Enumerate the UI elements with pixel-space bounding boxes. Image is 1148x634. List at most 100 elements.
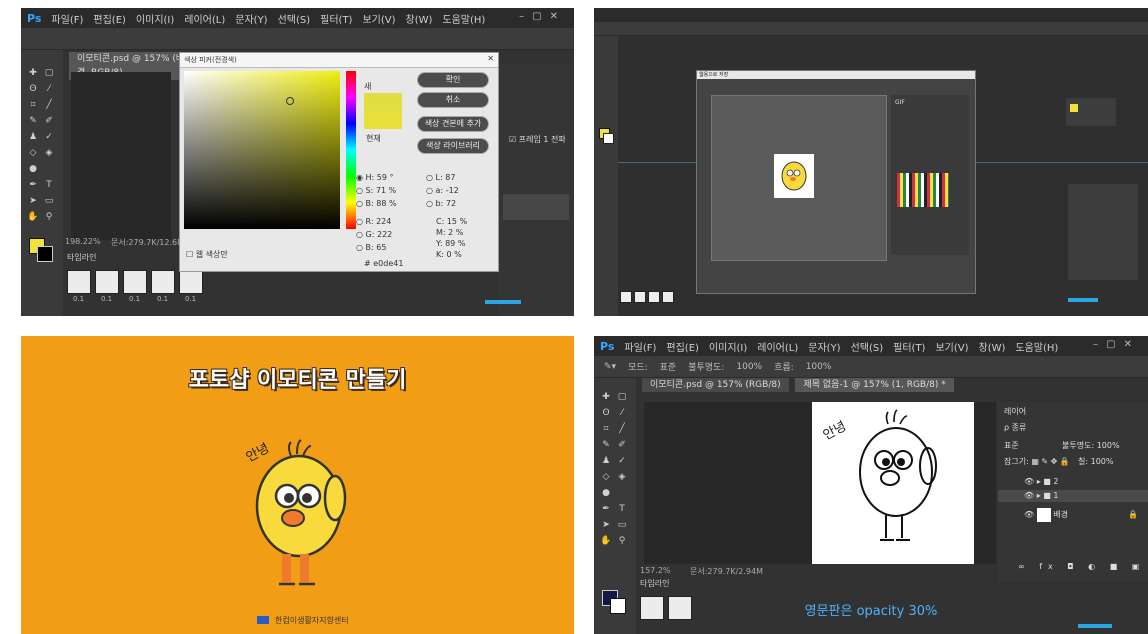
hsb-value[interactable]: 71 bbox=[376, 186, 386, 195]
animation-frame[interactable] bbox=[634, 291, 646, 303]
animation-frame[interactable] bbox=[179, 270, 203, 294]
brush-tool-icon[interactable]: ✎ bbox=[600, 440, 612, 450]
hex-value[interactable]: e0de41 bbox=[373, 259, 403, 268]
animation-frame[interactable] bbox=[620, 291, 632, 303]
layer-row[interactable]: 👁 배경 🔒 bbox=[998, 506, 1148, 524]
menu-image[interactable]: 이미지(I) bbox=[136, 11, 174, 26]
stamp-tool-icon[interactable]: ♟ bbox=[600, 456, 612, 466]
menu-type[interactable]: 문자(Y) bbox=[808, 339, 840, 354]
menu-file[interactable]: 파일(F) bbox=[624, 339, 656, 354]
wand-tool-icon[interactable]: ⁄ bbox=[43, 84, 55, 94]
drawing-canvas[interactable]: 안녕 bbox=[812, 402, 974, 564]
layer-row[interactable]: 👁 ▸ ■ 1 bbox=[998, 490, 1148, 502]
color-field[interactable] bbox=[184, 71, 340, 229]
type-tool-icon[interactable]: T bbox=[43, 180, 55, 190]
path-select-icon[interactable]: ➤ bbox=[27, 196, 39, 206]
menu-type[interactable]: 문자(Y) bbox=[235, 11, 267, 26]
document-tab[interactable]: 이모티콘.psd @ 157% (RGB/8) bbox=[642, 378, 789, 392]
pen-tool-icon[interactable]: ✒ bbox=[27, 180, 39, 190]
window-controls[interactable]: –▢✕ bbox=[519, 11, 566, 22]
rgb-r-field[interactable]: ○ R: 224 bbox=[356, 217, 391, 226]
rgb-value[interactable]: 224 bbox=[376, 217, 391, 226]
menu-edit[interactable]: 편집(E) bbox=[666, 339, 699, 354]
layer-kind-filter[interactable]: ρ 종류 bbox=[1004, 422, 1026, 433]
blend-mode-select[interactable]: 표준 bbox=[1004, 440, 1019, 451]
lab-value[interactable]: -12 bbox=[446, 186, 459, 195]
lab-value[interactable]: 87 bbox=[445, 173, 455, 182]
dodge-tool-icon[interactable]: ● bbox=[600, 488, 612, 498]
frame-delay[interactable]: 0.1 bbox=[129, 295, 140, 303]
lab-a-field[interactable]: ○ a: -12 bbox=[426, 186, 459, 195]
cancel-button[interactable]: 취소 bbox=[417, 92, 489, 108]
animation-frame[interactable] bbox=[95, 270, 119, 294]
pencil-tool-icon[interactable]: ✐ bbox=[616, 440, 628, 450]
menu-select[interactable]: 선택(S) bbox=[278, 11, 311, 26]
opacity-value[interactable]: 100% bbox=[1097, 441, 1120, 450]
cmyk-m-field[interactable]: M: 2 % bbox=[436, 228, 463, 237]
window-controls[interactable]: –▢✕ bbox=[1093, 339, 1140, 350]
menu-view[interactable]: 보기(V) bbox=[362, 11, 395, 26]
cmyk-y-field[interactable]: Y: 89 % bbox=[436, 239, 465, 248]
history-brush-icon[interactable]: ✓ bbox=[616, 456, 628, 466]
menu-layer[interactable]: 레이어(L) bbox=[757, 339, 798, 354]
eyedropper-tool-icon[interactable]: ╱ bbox=[43, 100, 55, 110]
brush-tool-icon[interactable]: ✎▾ bbox=[604, 362, 616, 372]
cmyk-value[interactable]: 15 bbox=[447, 217, 457, 226]
path-select-icon[interactable]: ➤ bbox=[600, 520, 612, 530]
type-tool-icon[interactable]: T bbox=[616, 504, 628, 514]
lasso-tool-icon[interactable]: ʘ bbox=[27, 84, 39, 94]
add-to-swatches-button[interactable]: 색상 견본에 추가 bbox=[417, 116, 489, 132]
hsb-value[interactable]: 59 bbox=[377, 173, 387, 182]
layer-panel-footer-icons[interactable]: ∞ fx ◘ ◐ ■ ▣ 🗑 bbox=[1018, 562, 1148, 571]
crop-tool-icon[interactable]: ⌗ bbox=[27, 100, 39, 110]
shape-tool-icon[interactable]: ▭ bbox=[43, 196, 55, 206]
stamp-tool-icon[interactable]: ♟ bbox=[27, 132, 39, 142]
menu-image[interactable]: 이미지(I) bbox=[709, 339, 747, 354]
zoom-tool-icon[interactable]: ⚲ bbox=[616, 536, 628, 546]
hex-field[interactable]: # e0de41 bbox=[364, 259, 403, 268]
opacity-field[interactable]: 불투명도: 100% bbox=[1062, 440, 1120, 451]
frame-delay[interactable]: 0.1 bbox=[101, 295, 112, 303]
cmyk-value[interactable]: 89 bbox=[445, 239, 455, 248]
rgb-value[interactable]: 65 bbox=[376, 243, 386, 252]
lab-value[interactable]: 72 bbox=[446, 199, 456, 208]
flow-value[interactable]: 100% bbox=[806, 362, 832, 372]
frame-delay[interactable]: 0.1 bbox=[157, 295, 168, 303]
close-icon[interactable]: ✕ bbox=[487, 54, 494, 63]
menu-layer[interactable]: 레이어(L) bbox=[184, 11, 225, 26]
color-field-marker[interactable] bbox=[286, 97, 294, 105]
menu-help[interactable]: 도움말(H) bbox=[1015, 339, 1058, 354]
frame-delay[interactable]: 0.1 bbox=[73, 295, 84, 303]
animation-frame[interactable] bbox=[662, 291, 674, 303]
rgb-b-field[interactable]: ○ B: 65 bbox=[356, 243, 386, 252]
menu-window[interactable]: 창(W) bbox=[979, 339, 1006, 354]
menu-view[interactable]: 보기(V) bbox=[935, 339, 968, 354]
bucket-tool-icon[interactable]: ◈ bbox=[43, 148, 55, 158]
frame-delay[interactable]: 0.1 bbox=[185, 295, 196, 303]
animation-frame[interactable] bbox=[151, 270, 175, 294]
hsb-value[interactable]: 88 bbox=[376, 199, 386, 208]
cmyk-c-field[interactable]: C: 15 % bbox=[436, 217, 467, 226]
rgb-g-field[interactable]: ○ G: 222 bbox=[356, 230, 392, 239]
eraser-tool-icon[interactable]: ◇ bbox=[600, 472, 612, 482]
web-only-checkbox[interactable]: ☐ 웹 색상만 bbox=[186, 249, 228, 260]
menu-filter[interactable]: 필터(T) bbox=[320, 11, 352, 26]
fill-field[interactable]: 칠: 100% bbox=[1078, 456, 1113, 467]
pen-tool-icon[interactable]: ✒ bbox=[600, 504, 612, 514]
mode-select[interactable]: 표준 bbox=[660, 360, 677, 373]
wand-tool-icon[interactable]: ⁄ bbox=[616, 408, 628, 418]
marquee-tool-icon[interactable]: ▢ bbox=[616, 392, 628, 402]
color-libraries-button[interactable]: 색상 라이브러리 bbox=[417, 138, 489, 154]
animation-frame[interactable] bbox=[67, 270, 91, 294]
document-tab-active[interactable]: 제목 없음-1 @ 157% (1, RGB/8) * bbox=[795, 378, 954, 392]
menu-select[interactable]: 선택(S) bbox=[851, 339, 884, 354]
current-color-swatch[interactable] bbox=[364, 111, 402, 129]
hsb-b-field[interactable]: ○ B: 88 % bbox=[356, 199, 397, 208]
brush-tool-icon[interactable]: ✎ bbox=[27, 116, 39, 126]
cmyk-k-field[interactable]: K: 0 % bbox=[436, 250, 462, 259]
shape-tool-icon[interactable]: ▭ bbox=[616, 520, 628, 530]
eyedropper-tool-icon[interactable]: ╱ bbox=[616, 424, 628, 434]
move-tool-icon[interactable]: ✚ bbox=[600, 392, 612, 402]
ok-button[interactable]: 확인 bbox=[417, 72, 489, 88]
hsb-h-field[interactable]: ◉ H: 59 ° bbox=[356, 173, 394, 182]
